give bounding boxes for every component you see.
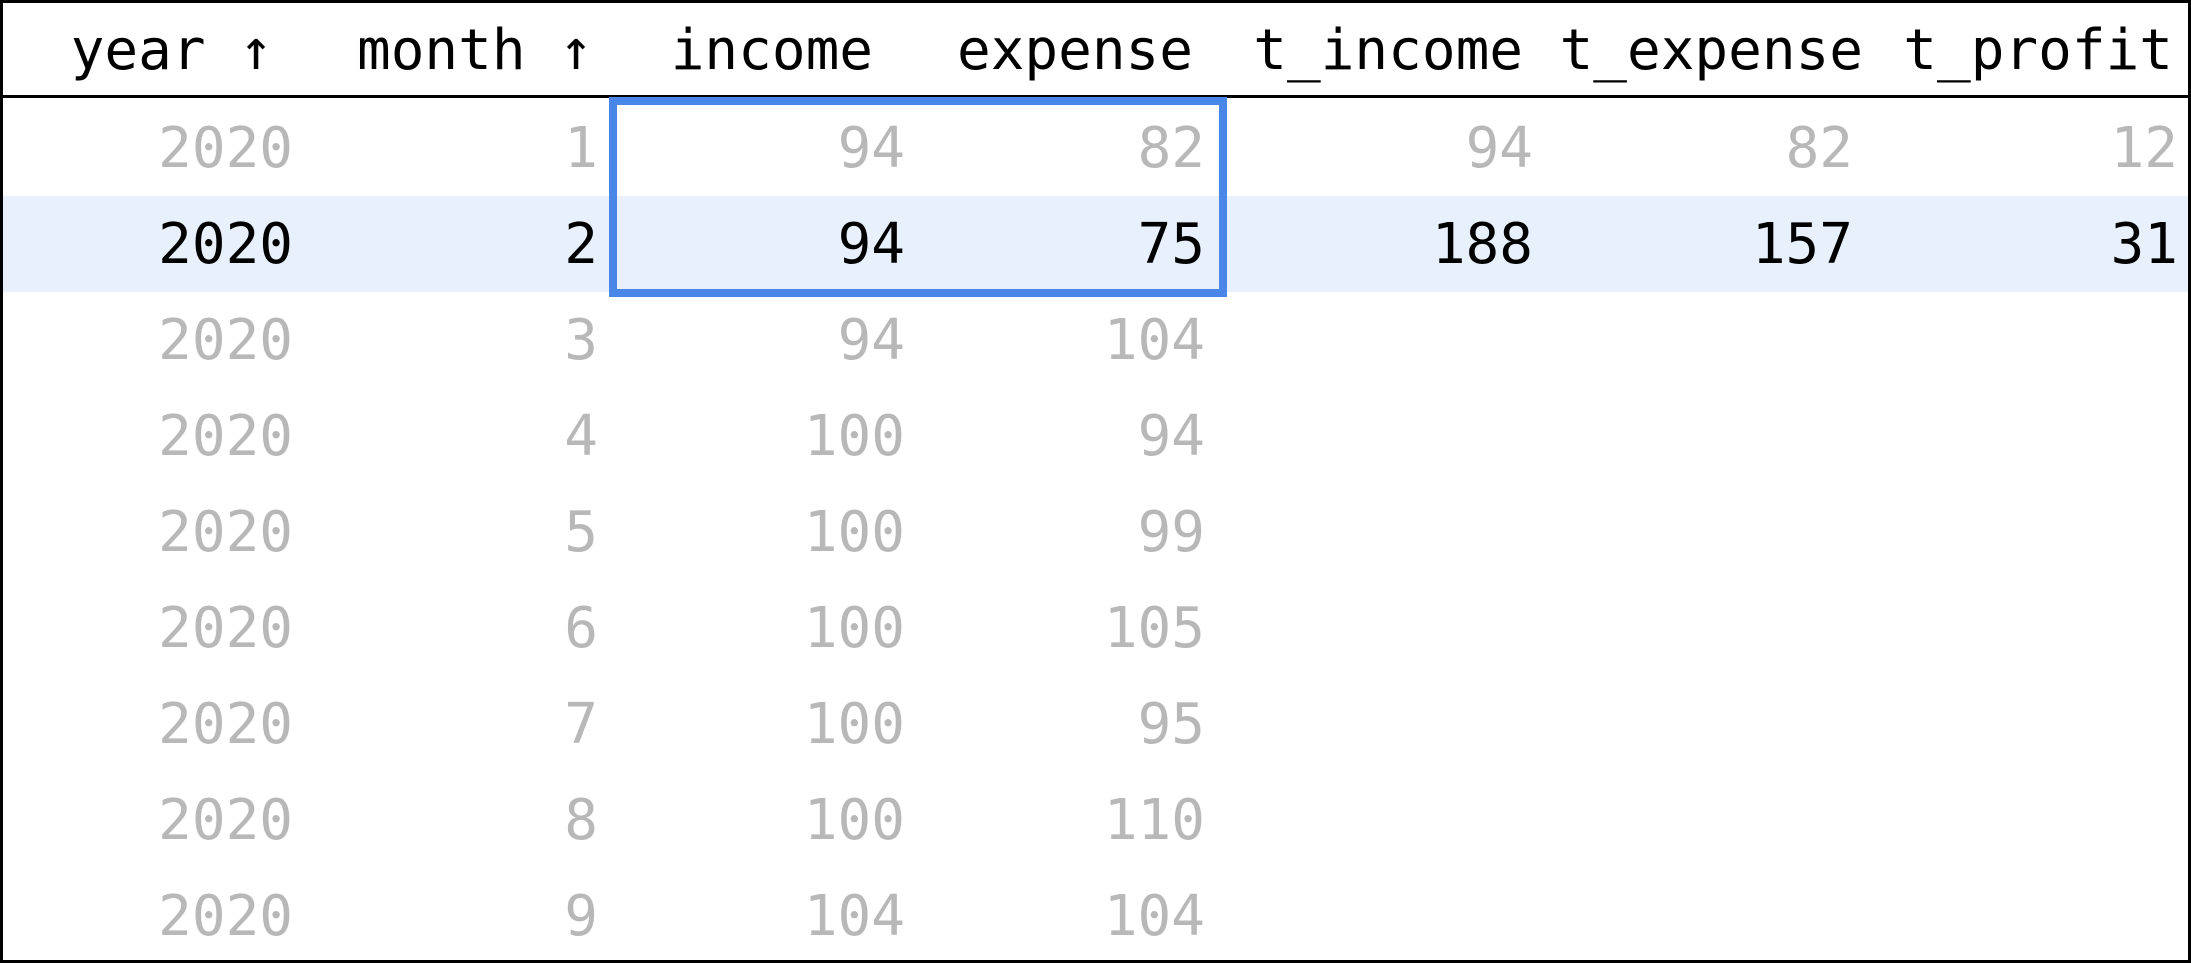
- cell-t-profit[interactable]: [1883, 484, 2178, 580]
- cell-month[interactable]: 9: [293, 868, 598, 960]
- column-header-t-income[interactable]: t_income: [1233, 3, 1523, 98]
- column-header-t-profit[interactable]: t_profit: [1883, 3, 2173, 98]
- cell-expense[interactable]: 75: [903, 196, 1205, 292]
- cell-t-expense[interactable]: [1533, 388, 1853, 484]
- cell-month[interactable]: 5: [293, 484, 598, 580]
- table-row[interactable]: 2020 6 100 105: [3, 580, 2188, 676]
- cell-income[interactable]: 100: [623, 484, 905, 580]
- cell-t-profit[interactable]: 31: [1883, 196, 2178, 292]
- cell-year[interactable]: 2020: [23, 100, 293, 196]
- table-header: year ↑ month ↑ income expense t_income t…: [3, 3, 2188, 98]
- cell-income[interactable]: 100: [623, 772, 905, 868]
- cell-month[interactable]: 2: [293, 196, 598, 292]
- cell-t-expense[interactable]: 82: [1533, 100, 1853, 196]
- table-row[interactable]: 2020 2 94 75 188 157 31: [3, 196, 2188, 292]
- table-row[interactable]: 2020 9 104 104: [3, 868, 2188, 960]
- cell-t-income[interactable]: 94: [1233, 100, 1533, 196]
- cell-income[interactable]: 100: [623, 388, 905, 484]
- table-row[interactable]: 2020 7 100 95: [3, 676, 2188, 772]
- cell-t-profit[interactable]: [1883, 868, 2178, 960]
- column-header-year[interactable]: year ↑: [23, 3, 273, 98]
- column-header-expense[interactable]: expense: [903, 3, 1193, 98]
- cell-year[interactable]: 2020: [23, 484, 293, 580]
- cell-t-income[interactable]: [1233, 388, 1533, 484]
- cell-year[interactable]: 2020: [23, 580, 293, 676]
- cell-expense[interactable]: 104: [903, 868, 1205, 960]
- cell-t-profit[interactable]: 12: [1883, 100, 2178, 196]
- cell-expense[interactable]: 99: [903, 484, 1205, 580]
- cell-t-income[interactable]: 188: [1233, 196, 1533, 292]
- cell-t-profit[interactable]: [1883, 676, 2178, 772]
- cell-t-profit[interactable]: [1883, 580, 2178, 676]
- cell-month[interactable]: 8: [293, 772, 598, 868]
- cell-year[interactable]: 2020: [23, 868, 293, 960]
- cell-t-income[interactable]: [1233, 772, 1533, 868]
- column-header-t-expense[interactable]: t_expense: [1533, 3, 1863, 98]
- table-body: 2020 1 94 82 94 82 12 2020 2 94 75 188 157 31 2020 3 94 1…: [3, 100, 2188, 960]
- cell-month[interactable]: 6: [293, 580, 598, 676]
- cell-t-profit[interactable]: [1883, 772, 2178, 868]
- table-row[interactable]: 2020 5 100 99: [3, 484, 2188, 580]
- cell-t-income[interactable]: [1233, 868, 1533, 960]
- column-header-income[interactable]: income: [623, 3, 873, 98]
- cell-year[interactable]: 2020: [23, 388, 293, 484]
- column-header-month[interactable]: month ↑: [293, 3, 593, 98]
- cell-expense[interactable]: 110: [903, 772, 1205, 868]
- cell-year[interactable]: 2020: [23, 196, 293, 292]
- cell-income[interactable]: 94: [623, 100, 905, 196]
- cell-income[interactable]: 104: [623, 868, 905, 960]
- cell-t-income[interactable]: [1233, 580, 1533, 676]
- cell-year[interactable]: 2020: [23, 772, 293, 868]
- cell-t-profit[interactable]: [1883, 292, 2178, 388]
- cell-income[interactable]: 94: [623, 292, 905, 388]
- cell-t-income[interactable]: [1233, 484, 1533, 580]
- table-row[interactable]: 2020 4 100 94: [3, 388, 2188, 484]
- cell-expense[interactable]: 95: [903, 676, 1205, 772]
- cell-t-expense[interactable]: [1533, 484, 1853, 580]
- table-row[interactable]: 2020 8 100 110: [3, 772, 2188, 868]
- cell-month[interactable]: 4: [293, 388, 598, 484]
- cell-expense[interactable]: 82: [903, 100, 1205, 196]
- cell-income[interactable]: 94: [623, 196, 905, 292]
- cell-t-expense[interactable]: [1533, 868, 1853, 960]
- cell-t-income[interactable]: [1233, 292, 1533, 388]
- cell-month[interactable]: 7: [293, 676, 598, 772]
- cell-month[interactable]: 3: [293, 292, 598, 388]
- table-row[interactable]: 2020 1 94 82 94 82 12: [3, 100, 2188, 196]
- cell-expense[interactable]: 104: [903, 292, 1205, 388]
- cell-t-expense[interactable]: [1533, 676, 1853, 772]
- cell-t-profit[interactable]: [1883, 388, 2178, 484]
- cell-t-expense[interactable]: [1533, 772, 1853, 868]
- cell-expense[interactable]: 94: [903, 388, 1205, 484]
- data-table: year ↑ month ↑ income expense t_income t…: [0, 0, 2191, 963]
- cell-income[interactable]: 100: [623, 580, 905, 676]
- table-row[interactable]: 2020 3 94 104: [3, 292, 2188, 388]
- cell-income[interactable]: 100: [623, 676, 905, 772]
- cell-month[interactable]: 1: [293, 100, 598, 196]
- cell-year[interactable]: 2020: [23, 676, 293, 772]
- cell-t-income[interactable]: [1233, 676, 1533, 772]
- cell-year[interactable]: 2020: [23, 292, 293, 388]
- cell-t-expense[interactable]: 157: [1533, 196, 1853, 292]
- cell-expense[interactable]: 105: [903, 580, 1205, 676]
- cell-t-expense[interactable]: [1533, 292, 1853, 388]
- cell-t-expense[interactable]: [1533, 580, 1853, 676]
